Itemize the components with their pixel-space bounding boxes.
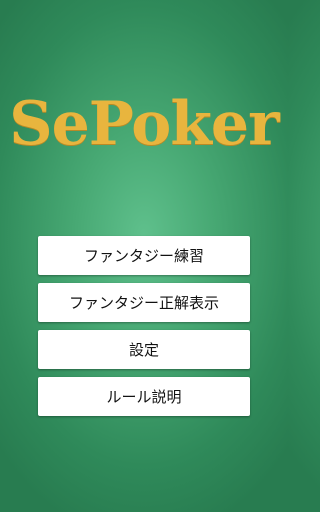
app-logo-title: SePoker	[9, 89, 279, 159]
settings-button[interactable]: 設定	[38, 330, 250, 369]
fantasy-answer-display-button[interactable]: ファンタジー正解表示	[38, 283, 250, 322]
fantasy-practice-button[interactable]: ファンタジー練習	[38, 236, 250, 275]
rules-explanation-button[interactable]: ルール説明	[38, 377, 250, 416]
main-menu: ファンタジー練習 ファンタジー正解表示 設定 ルール説明	[38, 236, 250, 416]
